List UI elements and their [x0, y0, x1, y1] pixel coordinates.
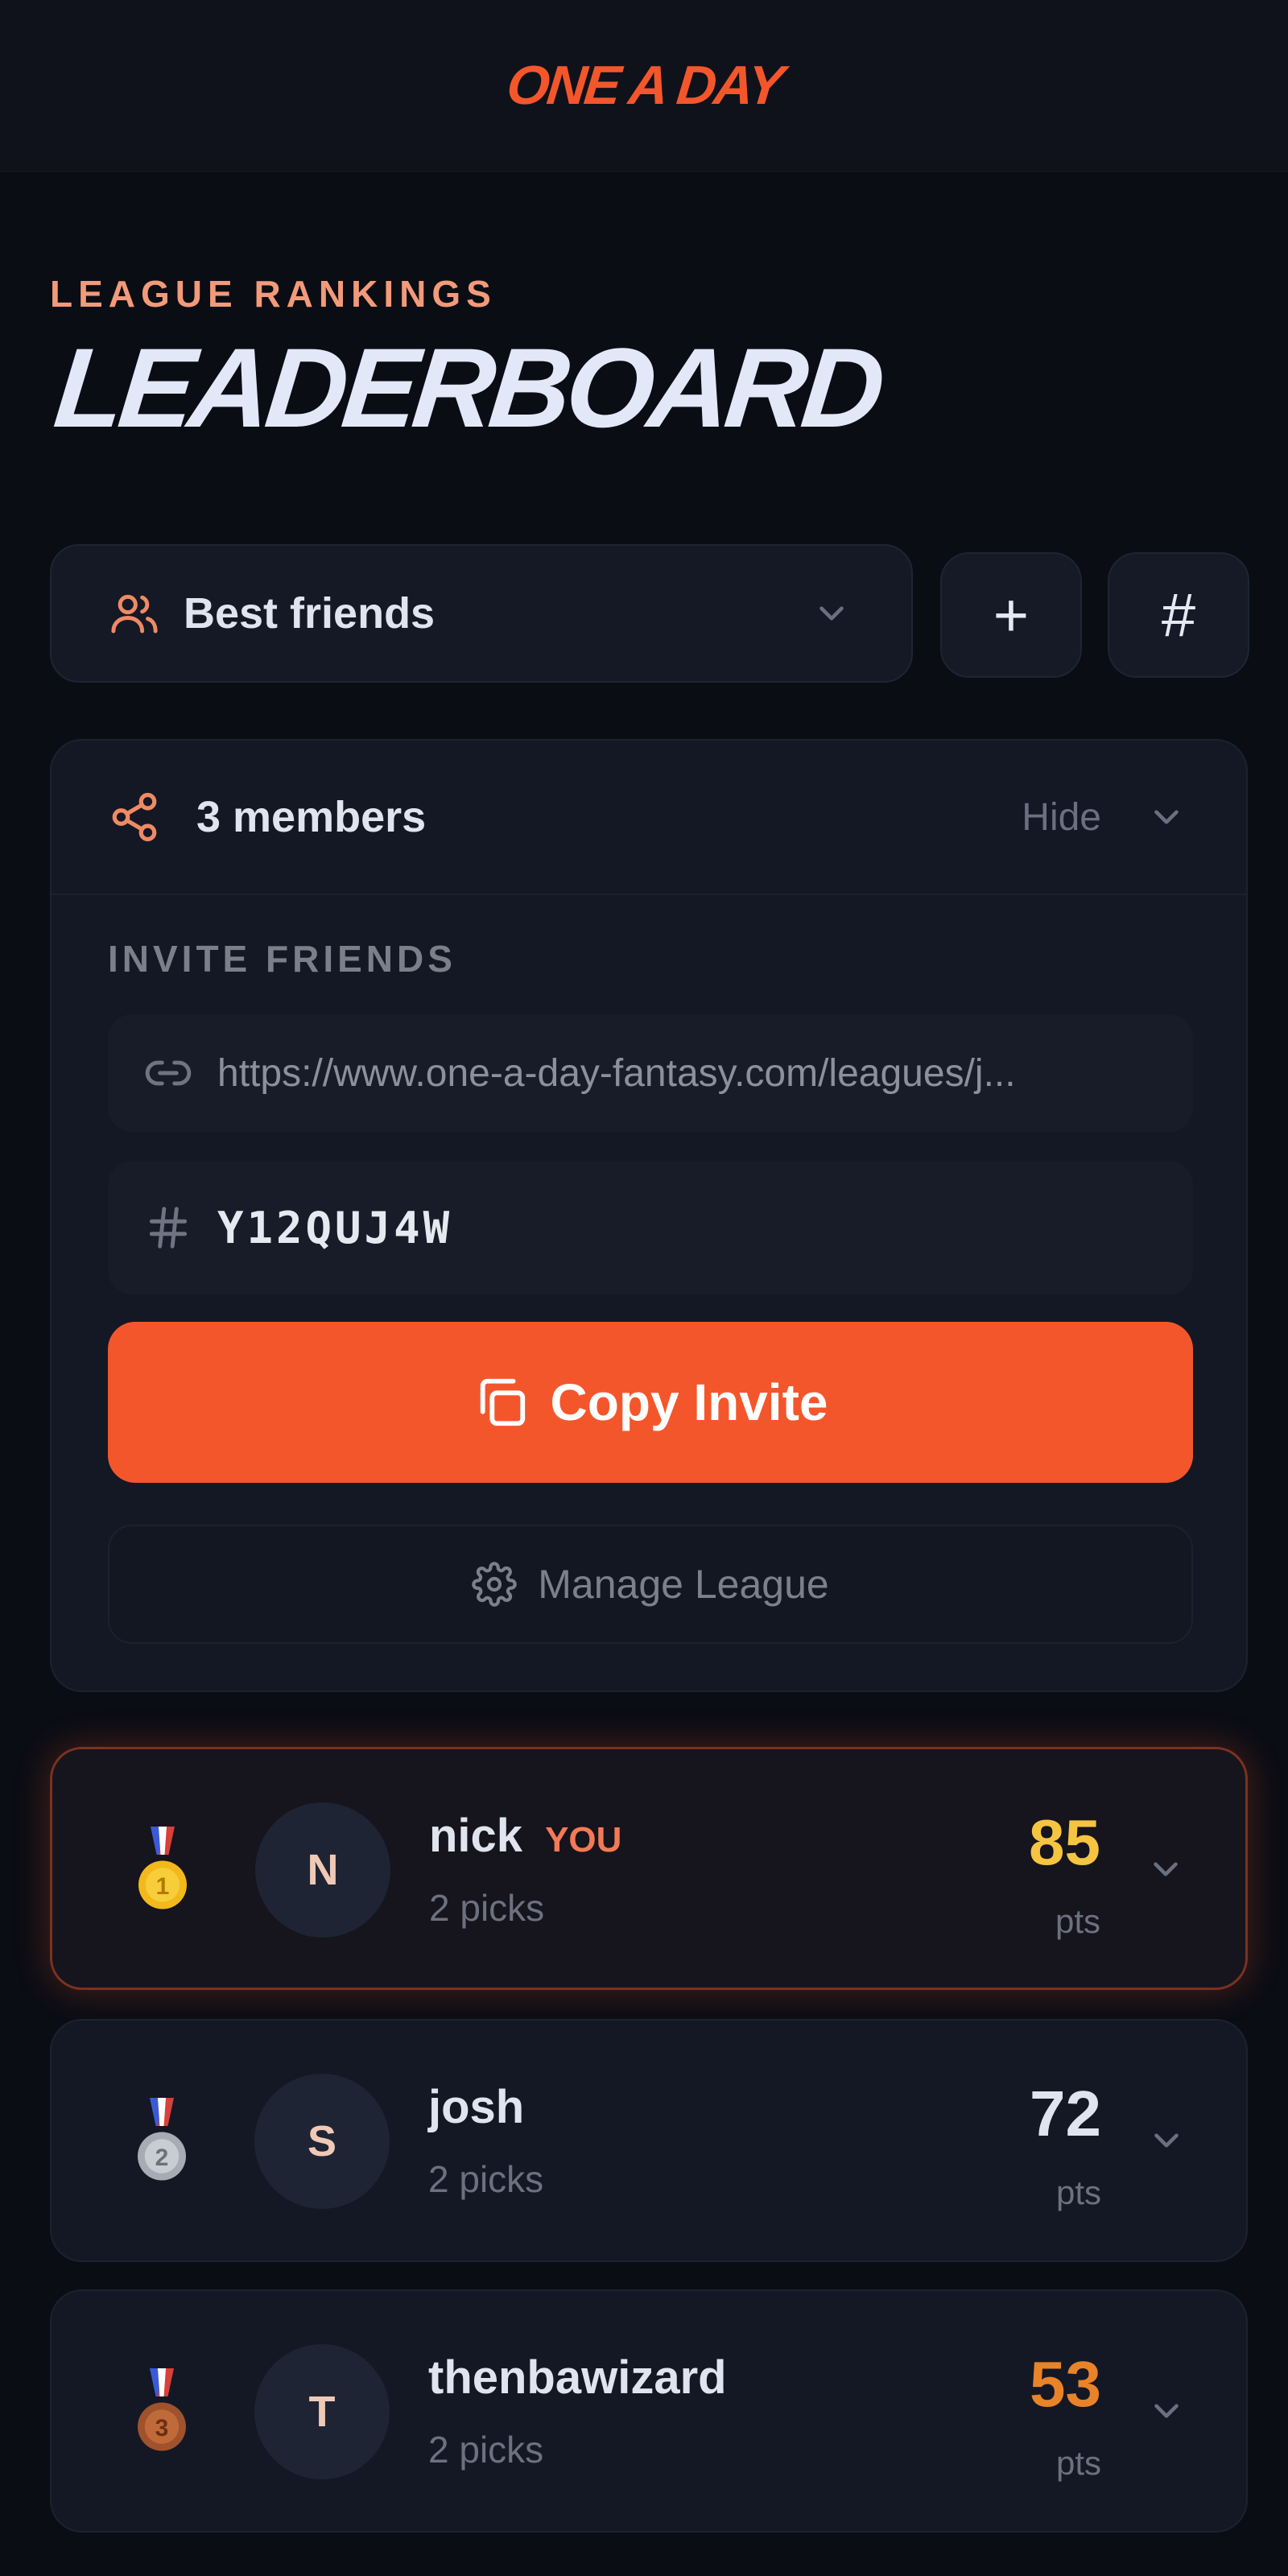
invite-code-text: Y12QUJ4W — [217, 1202, 453, 1253]
avatar: N — [255, 1802, 390, 1938]
chevron-down-icon — [819, 606, 844, 621]
player-name: nick — [429, 1810, 523, 1862]
hide-toggle-label[interactable]: Hide — [1022, 795, 1101, 840]
picks-count: 2 picks — [429, 1887, 545, 1929]
gear-icon — [472, 1562, 517, 1607]
invite-link-text: https://www.one-a-day-fantasy.com/league… — [217, 1051, 1016, 1095]
chevron-down-icon[interactable] — [1146, 1849, 1186, 1889]
invite-link-field[interactable]: https://www.one-a-day-fantasy.com/league… — [108, 1014, 1193, 1132]
player-name-row: thenbawizard — [428, 2351, 727, 2405]
invite-code-field[interactable]: Y12QUJ4W — [108, 1161, 1193, 1294]
player-name: josh — [428, 2081, 525, 2133]
avatar: T — [254, 2344, 390, 2479]
bronze-medal-icon: 3 — [138, 2368, 186, 2451]
share-icon — [112, 792, 157, 842]
svg-text:3: 3 — [155, 2415, 169, 2442]
silver-medal-icon: 2 — [138, 2098, 186, 2181]
copy-icon — [480, 1378, 525, 1426]
you-badge: YOU — [545, 1820, 622, 1860]
points-label: pts — [1055, 2444, 1101, 2482]
player-name: thenbawizard — [428, 2351, 727, 2404]
leaderboard-row-2[interactable]: 2 S josh 2 picks 72 pts — [50, 2019, 1248, 2262]
link-icon — [145, 1060, 192, 1086]
hash-icon — [149, 1207, 188, 1249]
points-label: pts — [1055, 1902, 1100, 1940]
chevron-down-icon[interactable] — [1146, 2391, 1187, 2431]
copy-invite-label: Copy Invite — [550, 1373, 828, 1431]
league-selector-label: Best friends — [184, 589, 436, 638]
members-count: 3 members — [196, 793, 427, 841]
copy-invite-button[interactable]: Copy Invite — [108, 1322, 1193, 1483]
points-value: 53 — [1030, 2348, 1101, 2420]
page-title: LEADERBOARD — [49, 324, 886, 451]
player-name-row: josh — [428, 2080, 524, 2134]
users-icon — [111, 594, 158, 634]
leaderboard-row-1[interactable]: 1 N nick YOU 2 picks 85 pts — [50, 1747, 1248, 1990]
picks-count: 2 picks — [428, 2429, 544, 2471]
svg-text:2: 2 — [155, 2145, 169, 2171]
members-toggle[interactable]: 3 members Hide — [52, 741, 1246, 895]
join-league-button[interactable]: # — [1108, 552, 1249, 678]
points-value: 85 — [1029, 1806, 1100, 1878]
chevron-down-icon — [1154, 810, 1179, 824]
manage-league-label: Manage League — [538, 1562, 829, 1607]
points-value: 72 — [1030, 2078, 1101, 2149]
player-name-row: nick YOU — [429, 1809, 621, 1863]
page-eyebrow: LEAGUE RANKINGS — [50, 273, 497, 315]
leaderboard-row-3[interactable]: 3 T thenbawizard 2 picks 53 pts — [50, 2289, 1248, 2533]
league-selector[interactable]: Best friends — [50, 544, 913, 683]
brand-logo[interactable]: ONE A DAY — [504, 54, 785, 117]
create-league-button[interactable]: + — [940, 552, 1082, 678]
invite-friends-heading: INVITE FRIENDS — [108, 938, 456, 980]
hash-icon: # — [1161, 580, 1196, 650]
manage-league-button[interactable]: Manage League — [108, 1525, 1193, 1644]
picks-count: 2 picks — [428, 2158, 544, 2200]
plus-icon: + — [993, 580, 1030, 650]
avatar: S — [254, 2074, 390, 2209]
chevron-down-icon[interactable] — [1146, 2120, 1187, 2161]
top-bar: ONE A DAY — [0, 0, 1288, 172]
league-invite-panel: 3 members Hide INVITE FRIENDS https://ww… — [50, 739, 1248, 1692]
gold-medal-icon: 1 — [138, 1827, 187, 1909]
points-label: pts — [1055, 2174, 1101, 2211]
svg-text:1: 1 — [156, 1873, 170, 1900]
